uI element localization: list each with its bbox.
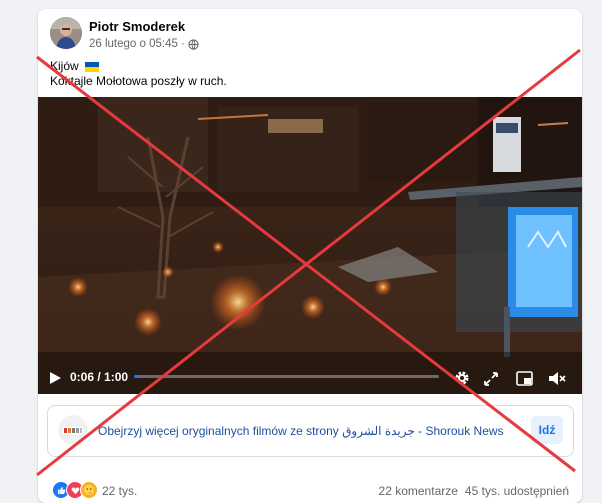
care-icon xyxy=(80,481,98,499)
facebook-post: Piotr Smoderek 26 lutego o 05:45 · Kijów… xyxy=(38,9,582,503)
reactions-count[interactable]: 22 tys. xyxy=(102,484,137,498)
reactions[interactable] xyxy=(52,481,98,499)
post-text: Kijów Koktajle Mołotowa poszły w ruch. xyxy=(50,59,227,89)
post-text-line1: Kijów xyxy=(50,59,79,73)
globe-icon xyxy=(188,38,199,50)
post-stats: 22 komentarze 45 tys. udostępnień xyxy=(379,484,569,498)
gear-icon[interactable] xyxy=(454,370,470,386)
avatar-image xyxy=(50,17,82,49)
ukraine-flag-icon xyxy=(85,61,100,72)
shorouk-logo-image xyxy=(58,415,88,445)
shares-count[interactable]: 45 tys. udostępnień xyxy=(465,484,569,498)
video-player[interactable]: 0:06 / 1:00 xyxy=(38,97,582,394)
miniplayer-icon[interactable] xyxy=(516,371,533,386)
mute-icon[interactable] xyxy=(548,371,566,386)
shorouk-logo xyxy=(58,415,88,445)
page-promo-text[interactable]: Obejrzyj więcej oryginalnych filmów ze s… xyxy=(98,424,504,438)
fullscreen-icon[interactable] xyxy=(484,372,498,386)
comments-count[interactable]: 22 komentarze xyxy=(379,484,458,498)
post-footer: 22 tys. 22 komentarze 45 tys. udostępnie… xyxy=(38,478,582,502)
video-frame xyxy=(38,97,582,394)
video-time: 0:06 / 1:00 xyxy=(70,370,129,384)
author-name[interactable]: Piotr Smoderek xyxy=(89,19,185,34)
avatar[interactable] xyxy=(50,17,82,49)
play-icon[interactable] xyxy=(48,371,62,385)
post-text-line2: Koktajle Mołotowa poszły w ruch. xyxy=(50,74,227,88)
page-promo-card[interactable]: Obejrzyj więcej oryginalnych filmów ze s… xyxy=(47,405,574,457)
video-progress-fill xyxy=(134,375,141,378)
go-button[interactable]: Idź xyxy=(531,416,563,444)
video-progress-bar[interactable] xyxy=(134,375,439,378)
post-timestamp[interactable]: 26 lutego o 05:45 · xyxy=(89,38,199,50)
timestamp-text[interactable]: 26 lutego o 05:45 · xyxy=(89,38,185,50)
